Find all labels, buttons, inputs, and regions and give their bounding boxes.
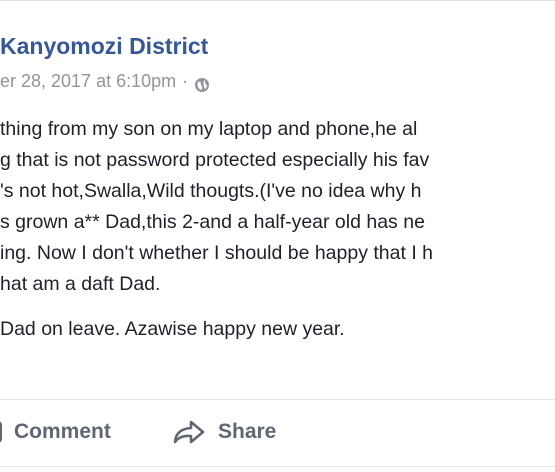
bottom-divider [0,466,555,467]
post-body: thing from my son on my laptop and phone… [0,114,555,345]
post-line: g that is not password protected especia… [0,149,430,171]
post-closing-line: Dad on leave. Azawise happy new year. [0,318,345,340]
comment-button[interactable]: Comment [0,409,111,455]
share-button[interactable]: Share [172,409,276,455]
post-actions: Comment Share [0,409,555,455]
post-line: hat am a daft Dad. [0,273,161,295]
post-line: ing. Now I don't whether I should be hap… [0,242,433,264]
post-meta: er 28, 2017 at 6:10pm · [0,69,210,93]
comment-label: Comment [14,420,111,443]
post-line: thing from my son on my laptop and phone… [0,118,418,140]
post-card: Kanyomozi District er 28, 2017 at 6:10pm… [0,0,555,472]
post-line: s grown a** Dad,this 2-and a half-year o… [0,211,425,233]
author-name[interactable]: Kanyomozi District [0,31,208,61]
share-icon [173,420,205,444]
comment-icon [0,421,2,443]
post-line: 's not hot,Swalla,Wild thougts.(I've no … [0,180,422,202]
meta-separator: · [182,71,189,91]
post-timestamp[interactable]: er 28, 2017 at 6:10pm [0,69,176,93]
actions-divider [0,399,555,400]
share-label: Share [218,420,277,443]
globe-icon[interactable] [194,75,210,92]
